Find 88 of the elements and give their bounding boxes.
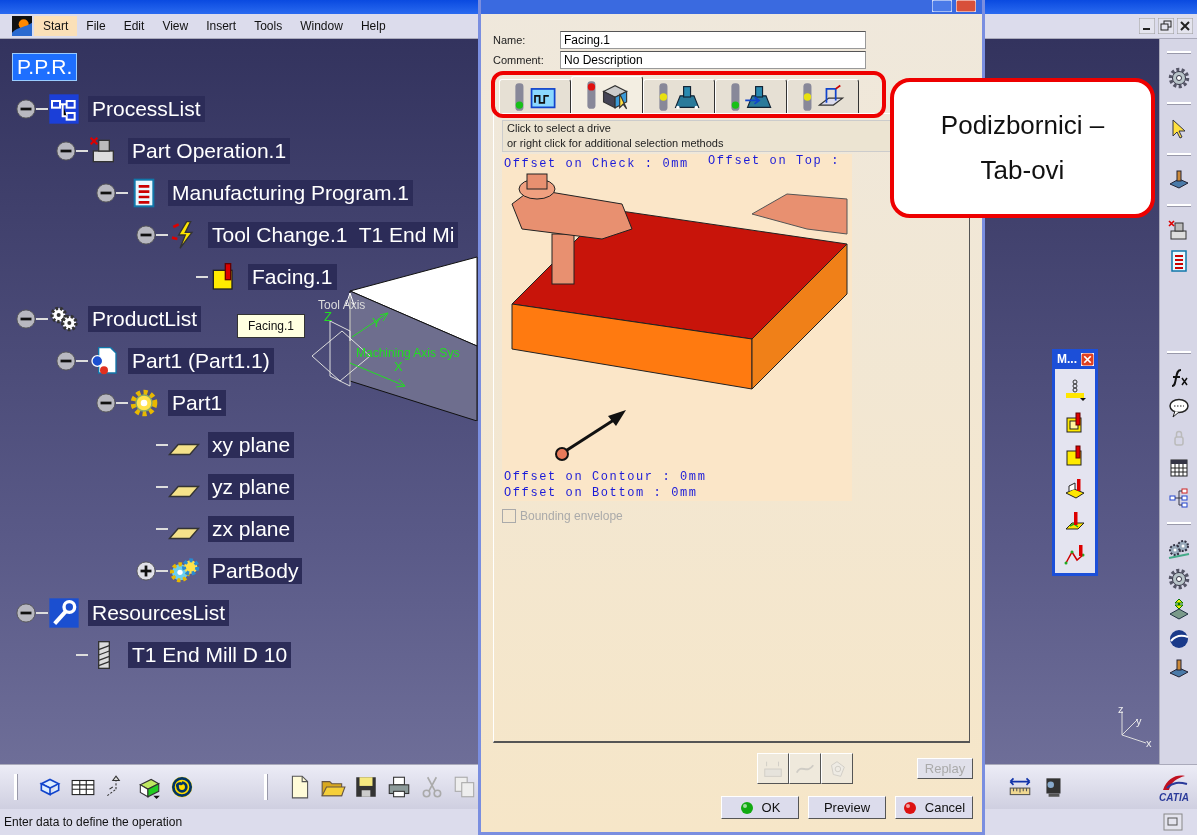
name-field[interactable]: Facing.1: [560, 31, 866, 49]
ball-icon: [902, 800, 917, 815]
checkbox-label: Bounding envelope: [520, 509, 623, 523]
collapse-icon[interactable]: [96, 393, 116, 413]
collapse-icon[interactable]: [56, 351, 76, 371]
menu-item[interactable]: Window: [291, 16, 352, 36]
collapse-icon[interactable]: [16, 603, 36, 623]
plane-icon: [168, 442, 200, 456]
axis-label: y: [1136, 715, 1142, 727]
expand-icon[interactable]: [136, 561, 156, 581]
save-icon[interactable]: [353, 774, 379, 800]
tree-item[interactable]: xy plane: [208, 432, 295, 458]
tree-item[interactable]: Facing.1: [248, 264, 337, 290]
tree-item[interactable]: yz plane: [208, 474, 295, 500]
offset-label: Offset on Check : 0mm: [504, 157, 689, 171]
gear-icon[interactable]: [1166, 567, 1191, 591]
axis-label: z: [1118, 703, 1124, 715]
preview-button[interactable]: Preview: [808, 796, 886, 819]
app-logo-icon: [12, 16, 32, 36]
axis-label: x: [1146, 737, 1152, 749]
minimize-icon[interactable]: [1139, 18, 1155, 34]
spiral-icon[interactable]: [169, 774, 195, 800]
drill-axis-icon[interactable]: [1063, 378, 1087, 402]
menu-item[interactable]: Help: [351, 16, 395, 36]
restore-icon[interactable]: [1158, 18, 1174, 34]
tree-item[interactable]: Part Operation.1: [128, 138, 291, 164]
tree-item[interactable]: ResourcesList: [88, 600, 230, 626]
collapse-icon[interactable]: [56, 141, 76, 161]
tab[interactable]: [571, 76, 643, 113]
tooltip: Facing.1: [237, 314, 306, 338]
ok-button[interactable]: OK: [721, 796, 799, 819]
tree-item[interactable]: ProcessList: [88, 96, 205, 122]
tab[interactable]: [499, 79, 571, 113]
logo-text: CATIA: [1159, 791, 1189, 803]
ball-icon: [739, 800, 754, 815]
product-icon: [88, 345, 120, 377]
help-icon[interactable]: [932, 0, 952, 12]
hint-text: or right click for additional selection methods: [507, 136, 725, 151]
curve-icon[interactable]: [1063, 543, 1087, 567]
status-text: Enter data to define the operation: [4, 815, 183, 829]
axis-label: Z: [324, 309, 332, 324]
comment-field[interactable]: No Description: [560, 51, 866, 69]
tree-item[interactable]: ProductList: [88, 306, 202, 332]
plane-icon: [168, 526, 200, 540]
menu-item[interactable]: File: [77, 16, 115, 36]
menu-item[interactable]: Edit: [114, 16, 154, 36]
collapse-icon[interactable]: [96, 183, 116, 203]
process-list-icon: [48, 93, 80, 125]
workpiece-drawing[interactable]: [511, 173, 848, 390]
gear-icon: [128, 387, 160, 419]
tree-item[interactable]: Tool Change.1 T1 End Mi: [208, 222, 459, 248]
offset-label: Offset on Bottom : 0mm: [504, 486, 698, 499]
menu-item[interactable]: View: [153, 16, 198, 36]
tab[interactable]: [787, 79, 859, 113]
profile-icon[interactable]: [1063, 477, 1087, 501]
axis-label: Tool Axis: [318, 298, 366, 312]
tab[interactable]: [715, 79, 787, 113]
offset-label: Offset on Contour : 0mm: [504, 470, 707, 484]
gears-icon[interactable]: [1166, 537, 1191, 561]
collapse-icon[interactable]: [16, 99, 36, 119]
toolbar-title: M...: [1057, 352, 1077, 366]
tree-diagram-icon[interactable]: [1166, 486, 1191, 510]
close-icon[interactable]: [1177, 18, 1193, 34]
gear-icon[interactable]: [1166, 66, 1191, 90]
arrow-drawing: [555, 410, 626, 461]
field-label: Comment:: [493, 54, 545, 66]
collapse-icon[interactable]: [136, 225, 156, 245]
printer-icon[interactable]: [386, 774, 412, 800]
callout-text: Podizbornici – Tab-ovi: [939, 108, 1106, 187]
tree-item[interactable]: P.P.R.: [12, 53, 78, 81]
collapse-icon[interactable]: [16, 309, 36, 329]
tree-item[interactable]: Part1: [168, 390, 227, 416]
field-label: Name:: [493, 34, 527, 46]
tree-item[interactable]: zx plane: [208, 516, 295, 542]
menu-item[interactable]: Start: [34, 16, 78, 36]
tree-item[interactable]: Manufacturing Program.1: [168, 180, 413, 206]
axis-label: X: [394, 359, 403, 374]
plane-icon: [168, 484, 200, 498]
tree-item[interactable]: PartBody: [208, 558, 303, 584]
menu-item[interactable]: Tools: [245, 16, 292, 36]
wrench-icon: [48, 597, 80, 629]
tab[interactable]: [643, 79, 715, 113]
cancel-button[interactable]: Cancel: [895, 796, 973, 819]
menu-item[interactable]: Insert: [197, 16, 246, 36]
tree-item[interactable]: T1 End Mill D 10: [128, 642, 292, 668]
offset-label: Offset on Top :: [708, 154, 841, 168]
tree-item[interactable]: Part1 (Part1.1): [128, 348, 274, 374]
speech-bubble-icon[interactable]: [1166, 396, 1191, 420]
